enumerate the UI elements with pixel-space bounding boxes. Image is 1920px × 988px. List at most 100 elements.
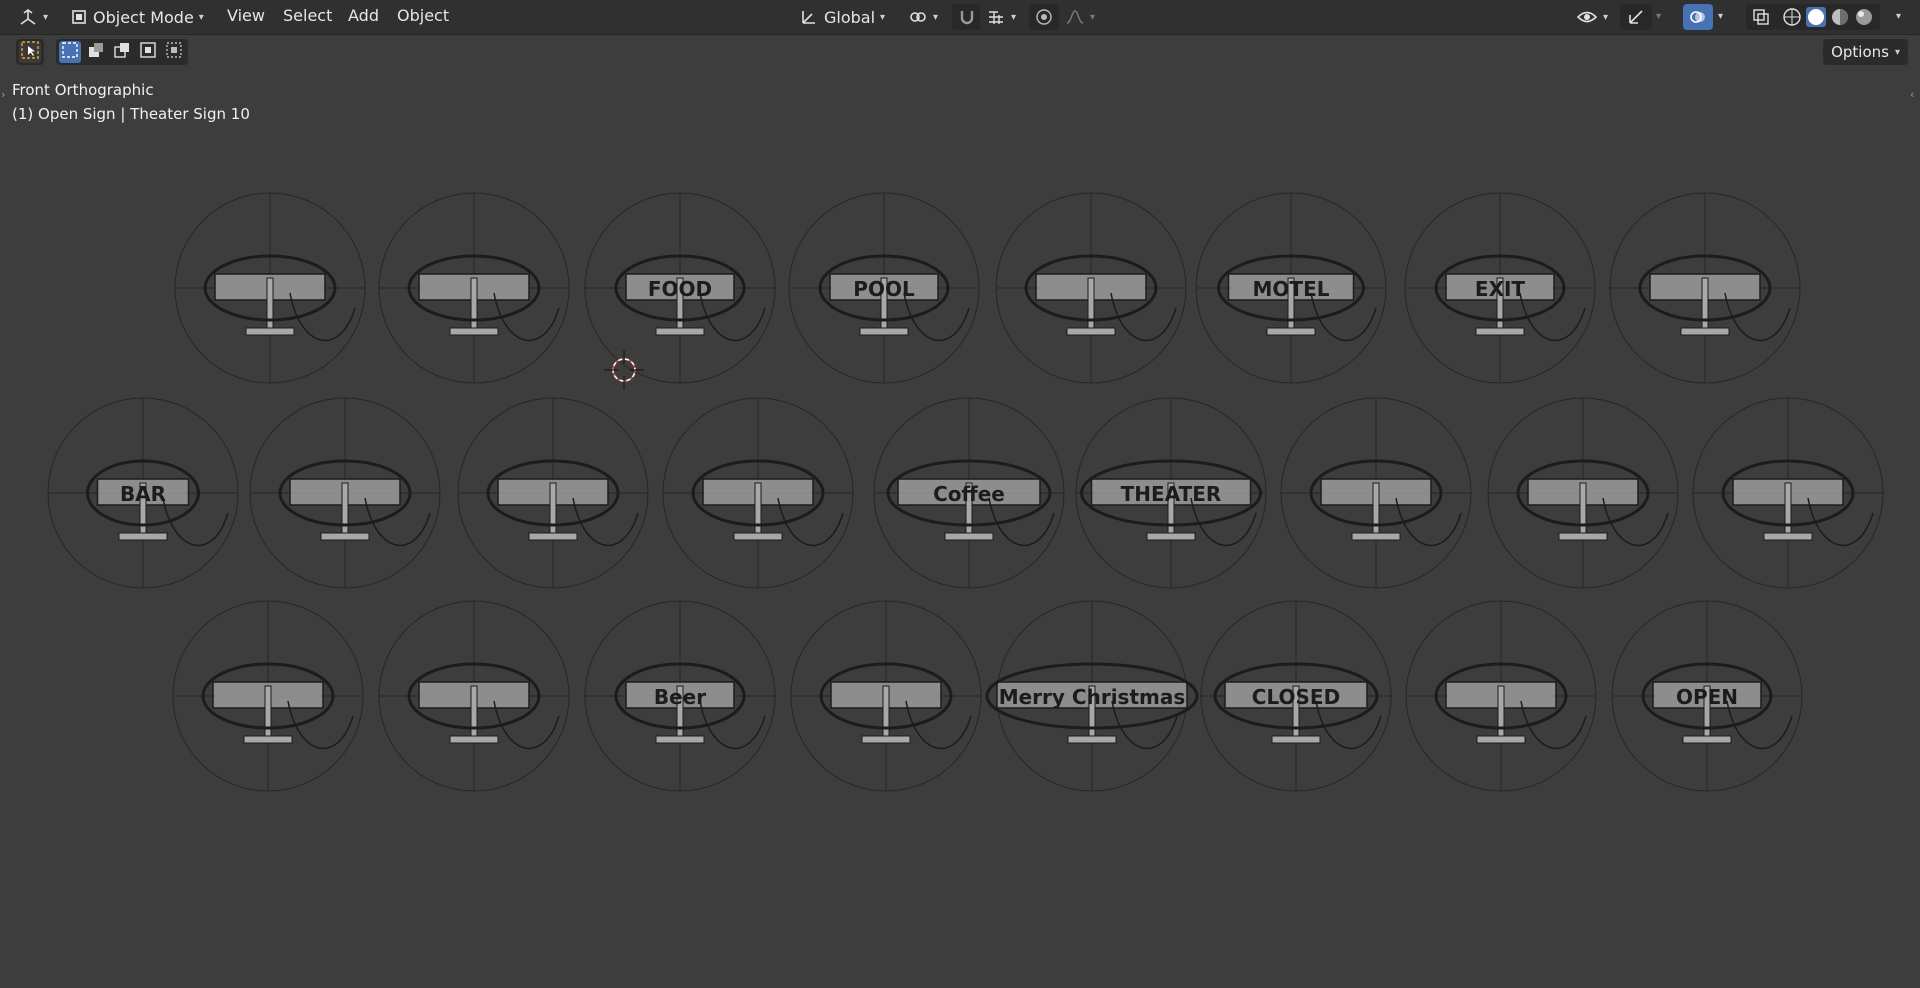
overlays-toggle[interactable] [1683, 4, 1713, 30]
sign-cocktail[interactable] [995, 192, 1187, 384]
sign-text: OPEN [1676, 685, 1738, 709]
falloff-curve-icon [1065, 8, 1085, 26]
chevron-down-icon[interactable]: ▾ [1718, 11, 1723, 22]
gizmo-icon [1626, 7, 1646, 27]
menu-view[interactable]: View [227, 6, 265, 25]
chevron-down-icon: ▾ [1894, 46, 1900, 58]
chevron-down-icon: ▾ [933, 11, 939, 23]
proportional-icon [1035, 8, 1053, 26]
sign-palm-tree[interactable] [1609, 192, 1801, 384]
sign-theater[interactable]: THEATER [1075, 397, 1267, 589]
editor-type-selector[interactable]: ▾ [12, 4, 55, 30]
chevron-down-icon[interactable]: ▾ [1656, 11, 1661, 22]
chevron-down-icon: ▾ [1090, 11, 1096, 23]
tool-settings-row [0, 35, 1920, 67]
intersect-selection-button[interactable] [163, 41, 185, 63]
pivot-point-selector[interactable]: ▾ [902, 4, 945, 30]
sign-cross[interactable] [1487, 397, 1679, 589]
sign-text: MOTEL [1253, 277, 1330, 301]
solid-shading-icon[interactable] [1806, 7, 1826, 27]
menu-select[interactable]: Select [283, 6, 332, 25]
selection-subtract-icon [113, 41, 131, 63]
chevron-down-icon: ▾ [43, 11, 49, 23]
sign-text: CLOSED [1252, 685, 1340, 709]
sign-bar[interactable]: BAR [47, 397, 239, 589]
visibility-selector[interactable]: ▾ [1570, 4, 1615, 30]
menu-add[interactable]: Add [348, 6, 379, 25]
xray-toggle[interactable] [1746, 4, 1776, 30]
sign-food[interactable]: FOOD [584, 192, 776, 384]
sign-motel[interactable]: MOTEL [1195, 192, 1387, 384]
sign-guitar[interactable] [378, 192, 570, 384]
object-mode-icon [70, 8, 88, 26]
sign-open[interactable]: OPEN [1611, 600, 1803, 792]
snap-grid-icon [986, 7, 1006, 27]
gizmo-toggle[interactable] [1620, 4, 1652, 30]
falloff-selector[interactable]: ▾ [1059, 4, 1102, 30]
shading-mode-group [1776, 4, 1880, 30]
wireframe-shading-icon[interactable] [1782, 7, 1802, 27]
sign-text: Coffee [933, 482, 1005, 506]
chevron-down-icon: ▾ [880, 11, 886, 23]
sign-music[interactable] [1405, 600, 1597, 792]
orientation-icon [799, 7, 819, 27]
selection-mode-group [56, 39, 188, 65]
sign-burger[interactable] [1692, 397, 1884, 589]
snap-toggle[interactable] [952, 4, 982, 30]
sign-pizza[interactable] [790, 600, 982, 792]
invert-selection-button[interactable] [137, 41, 159, 63]
active-tool-box [16, 39, 44, 65]
sign-ice-cream[interactable] [378, 600, 570, 792]
sign-smiley[interactable] [662, 397, 854, 589]
material-shading-icon[interactable] [1830, 7, 1850, 27]
overlay-icon [1689, 8, 1707, 26]
sign-closed[interactable]: CLOSED [1200, 600, 1392, 792]
extend-selection-button[interactable] [85, 41, 107, 63]
viewport-header: ▾ Object Mode ▾ View Select Add Object G… [0, 0, 1920, 35]
3d-viewport-icon [18, 7, 38, 27]
chevron-down-icon[interactable]: ▾ [1896, 11, 1901, 22]
mode-selector[interactable]: Object Mode ▾ [64, 4, 210, 30]
chevron-down-icon: ▾ [1011, 11, 1017, 23]
3d-cursor-icon[interactable] [604, 350, 644, 390]
selection-extend-icon [87, 41, 105, 63]
sign-coffee[interactable]: Coffee [873, 397, 1065, 589]
select-box-tool[interactable] [19, 41, 41, 63]
options-dropdown[interactable]: Options ▾ [1823, 39, 1908, 65]
sign-beer[interactable]: Beer [584, 600, 776, 792]
chevron-down-icon: ▾ [1603, 11, 1609, 23]
orientation-label: Global [824, 7, 876, 27]
sign-hot-dog[interactable] [174, 192, 366, 384]
sign-arrow[interactable] [172, 600, 364, 792]
sign-cowboy-hat[interactable] [457, 397, 649, 589]
sign-text: POOL [853, 277, 915, 301]
set-new-selection-button[interactable] [59, 41, 81, 63]
magnet-icon [958, 8, 976, 26]
sign-text: BAR [120, 482, 166, 506]
cursor-select-icon [20, 40, 40, 64]
link-icon [908, 7, 928, 27]
sign-exit[interactable]: EXIT [1404, 192, 1596, 384]
sign-pool[interactable]: POOL [788, 192, 980, 384]
eye-icon [1576, 8, 1598, 26]
sign-text: Merry Christmas [999, 685, 1186, 709]
sign-star[interactable] [1280, 397, 1472, 589]
selection-new-icon [61, 41, 79, 63]
sign-planet[interactable] [249, 397, 441, 589]
menu-object[interactable]: Object [397, 6, 449, 25]
snap-target-selector[interactable]: ▾ [980, 4, 1023, 30]
sign-text: FOOD [648, 277, 712, 301]
mode-label: Object Mode [93, 7, 194, 27]
3d-viewport[interactable]: FOOD POOL MOTEL EXIT BAR Coffee THEATER Beer Mer… [0, 67, 1920, 988]
sign-text: EXIT [1475, 277, 1526, 301]
selection-intersect-icon [165, 41, 183, 63]
selection-invert-icon [139, 41, 157, 63]
sign-merry-christmas[interactable]: Merry Christmas [985, 600, 1199, 792]
rendered-shading-icon[interactable] [1854, 7, 1874, 27]
transform-orientation-selector[interactable]: Global ▾ [793, 4, 892, 30]
proportional-editing-toggle[interactable] [1029, 4, 1059, 30]
options-label: Options [1831, 43, 1889, 61]
sign-text: Beer [654, 685, 706, 709]
subtract-selection-button[interactable] [111, 41, 133, 63]
xray-icon [1752, 8, 1770, 26]
